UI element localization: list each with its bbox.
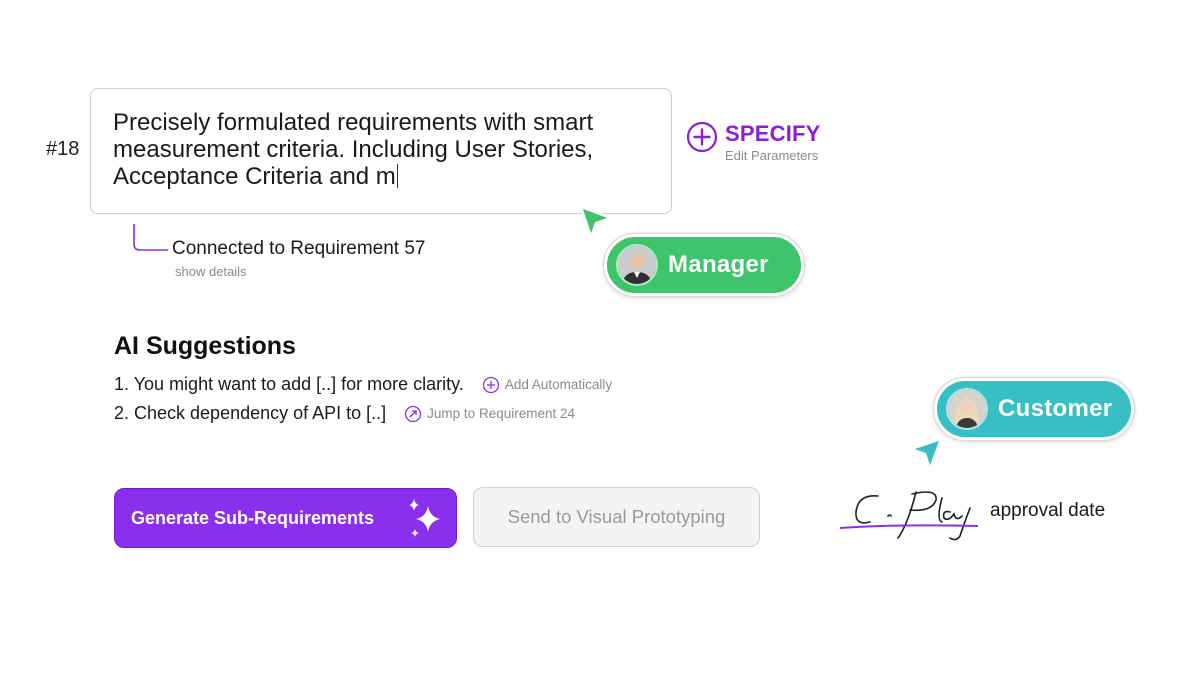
customer-label: Customer xyxy=(998,395,1113,422)
suggestion-item: 2. Check dependency of API to [..] Jump … xyxy=(114,403,575,424)
text-cursor xyxy=(396,164,399,188)
specify-label: SPECIFY xyxy=(725,121,821,146)
arrow-up-right-circle-icon xyxy=(405,405,422,422)
add-automatically-label: Add Automatically xyxy=(504,377,613,392)
customer-badge: Customer xyxy=(934,378,1134,440)
customer-avatar xyxy=(946,388,988,430)
requirement-text-editor[interactable]: Precisely formulated requirements with s… xyxy=(90,88,672,214)
edit-parameters-label: Edit Parameters xyxy=(725,148,819,163)
send-to-visual-prototyping-button[interactable]: Send to Visual Prototyping xyxy=(473,487,760,547)
plus-circle-icon xyxy=(482,376,499,393)
manager-label: Manager xyxy=(668,251,769,278)
jump-to-requirement-link[interactable]: Jump to Requirement 24 xyxy=(404,405,575,423)
approval-date-label: approval date xyxy=(990,500,1106,521)
requirement-number: #18 xyxy=(46,138,80,160)
manager-badge: Manager xyxy=(604,234,804,296)
generate-sub-requirements-button[interactable]: Generate Sub-Requirements xyxy=(114,488,457,548)
customer-cursor-icon xyxy=(909,437,943,471)
add-automatically-button[interactable]: Add Automatically xyxy=(482,376,612,394)
manager-avatar xyxy=(616,244,658,286)
show-details-link[interactable]: show details xyxy=(175,264,247,279)
ai-suggestions-title: AI Suggestions xyxy=(114,332,296,360)
suggestion-text: 2. Check dependency of API to [..] xyxy=(114,403,387,423)
specify-button[interactable]: SPECIFY Edit Parameters xyxy=(686,121,821,163)
generate-label: Generate Sub-Requirements xyxy=(131,507,375,528)
suggestion-item: 1. You might want to add [..] for more c… xyxy=(114,374,612,395)
signature-image xyxy=(839,491,979,541)
jump-to-requirement-label: Jump to Requirement 24 xyxy=(427,406,575,421)
suggestion-text: 1. You might want to add [..] for more c… xyxy=(114,374,464,394)
requirement-text: Precisely formulated requirements with s… xyxy=(113,109,594,190)
send-label: Send to Visual Prototyping xyxy=(507,506,726,527)
connector-line-icon xyxy=(133,224,168,251)
plus-circle-icon xyxy=(686,121,718,153)
manager-cursor-icon xyxy=(579,205,613,239)
sparkles-icon xyxy=(409,499,440,537)
connected-requirement-label: Connected to Requirement 57 xyxy=(172,238,426,259)
